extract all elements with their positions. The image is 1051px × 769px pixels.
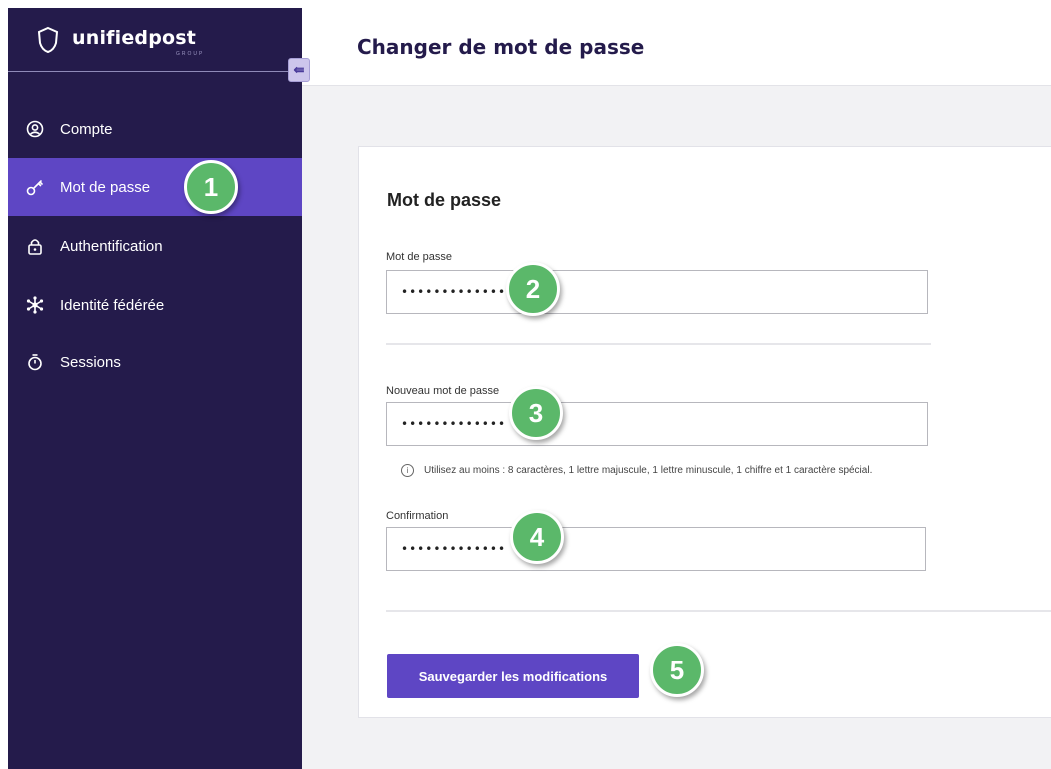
sidebar-item-compte[interactable]: Compte: [8, 100, 302, 158]
sidebar-item-sessions[interactable]: Sessions: [8, 333, 302, 391]
password-hint-text: Utilisez au moins : 8 caractères, 1 lett…: [424, 465, 873, 476]
collapse-sidebar-button[interactable]: ⇚: [288, 58, 310, 82]
step-marker-4: 4: [510, 510, 564, 564]
form-title: Mot de passe: [387, 190, 502, 210]
current-password-input[interactable]: •••••••••••••: [386, 270, 928, 314]
form-divider: [386, 343, 931, 345]
brand-logo: unifiedpost GROUP: [8, 8, 302, 72]
page-title: Changer de mot de passe: [357, 35, 645, 59]
password-hint: i Utilisez au moins : 8 caractères, 1 le…: [401, 464, 872, 477]
sidebar-item-label: Authentification: [60, 237, 163, 255]
save-button[interactable]: Sauvegarder les modifications: [387, 654, 639, 698]
page: unifiedpost GROUP Compte Mot de passe Au…: [0, 0, 1051, 769]
current-password-label: Mot de passe: [386, 251, 453, 263]
user-circle-icon: [26, 120, 44, 138]
confirm-password-label: Confirmation: [386, 510, 449, 522]
step-marker-1: 1: [184, 160, 238, 214]
info-icon: i: [401, 464, 414, 477]
step-marker-2: 2: [506, 262, 560, 316]
padlock-icon: [26, 237, 44, 255]
collapse-arrow-icon: ⇚: [293, 62, 305, 77]
brand-name: unifiedpost: [72, 27, 197, 49]
new-password-input[interactable]: •••••••••••••: [386, 402, 928, 446]
password-form-card: Mot de passe Mot de passe ••••••••••••• …: [358, 146, 1051, 718]
key-icon: [26, 178, 44, 196]
step-marker-3: 3: [509, 386, 563, 440]
sidebar-divider: [8, 71, 294, 72]
page-header: Changer de mot de passe: [302, 8, 1051, 86]
stopwatch-icon: [26, 353, 44, 371]
step-marker-5: 5: [650, 643, 704, 697]
sidebar-item-label: Identité fédérée: [60, 296, 165, 314]
sidebar-item-identite-federee[interactable]: Identité fédérée: [8, 276, 302, 334]
new-password-label: Nouveau mot de passe: [386, 385, 500, 397]
network-icon: [26, 296, 44, 314]
sidebar-item-authentification[interactable]: Authentification: [8, 217, 302, 275]
sidebar-item-label: Mot de passe: [60, 178, 151, 196]
shield-outline-icon: [37, 26, 59, 54]
sidebar-item-label: Compte: [60, 120, 113, 138]
form-divider: [386, 610, 1051, 612]
sidebar-item-mot-de-passe[interactable]: Mot de passe: [8, 158, 302, 216]
brand-tagline: GROUP: [176, 51, 205, 57]
sidebar: unifiedpost GROUP Compte Mot de passe Au…: [8, 8, 302, 769]
sidebar-item-label: Sessions: [60, 353, 121, 371]
confirm-password-input[interactable]: •••••••••••••: [386, 527, 926, 571]
